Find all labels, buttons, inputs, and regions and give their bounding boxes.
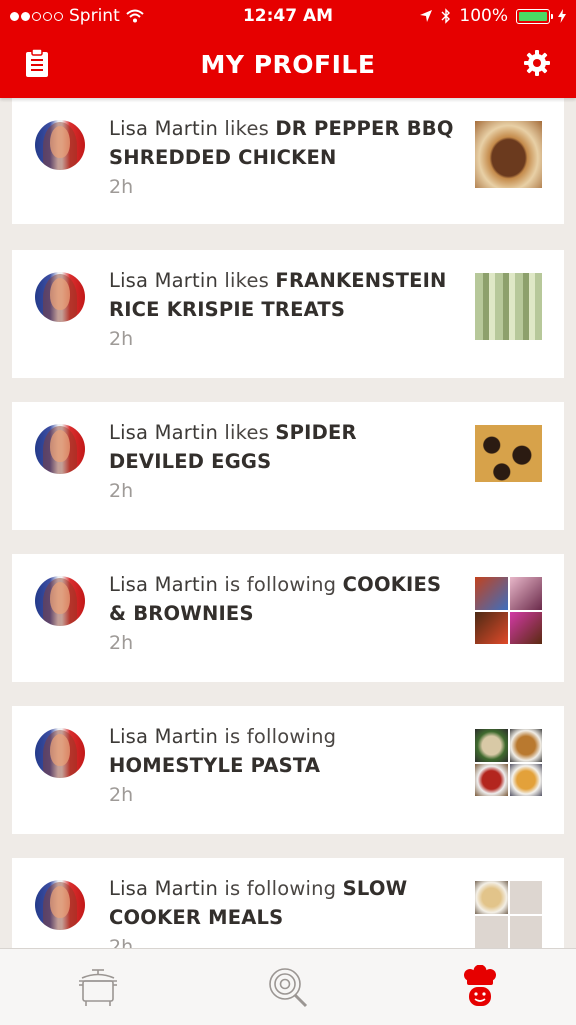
activity-verb: is following	[224, 725, 337, 748]
activity-verb: likes	[224, 421, 270, 444]
avatar[interactable]	[35, 272, 85, 322]
status-right-group: 100%	[419, 6, 566, 26]
activity-verb: likes	[224, 117, 270, 140]
user-name[interactable]: Lisa Martin	[109, 725, 218, 748]
feed-item[interactable]: Lisa Martin likes DR PEPPER BBQ SHREDDED…	[12, 98, 564, 224]
app-header: Sprint 12:47 AM 100% MY PROFILE	[0, 0, 576, 98]
feed-item-text: Lisa Martin likes FRANKENSTEIN RICE KRIS…	[109, 266, 454, 324]
avatar[interactable]	[35, 120, 85, 170]
charging-bolt-icon	[558, 9, 566, 23]
feed-item[interactable]: Lisa Martin is following SLOW COOKER MEA…	[12, 858, 564, 948]
feed-item[interactable]: Lisa Martin is following HOMESTYLE PASTA…	[12, 706, 564, 834]
feed-item[interactable]: Lisa Martin likes SPIDER DEVILED EGGS 2h	[12, 402, 564, 530]
recipe-thumbnail[interactable]	[475, 121, 542, 188]
chef-profile-icon[interactable]	[458, 965, 502, 1009]
feed-item-text: Lisa Martin likes SPIDER DEVILED EGGS	[109, 418, 454, 476]
timestamp: 2h	[109, 328, 134, 350]
recipe-thumbnail[interactable]	[475, 273, 542, 340]
user-name[interactable]: Lisa Martin	[109, 269, 218, 292]
battery-percent: 100%	[459, 6, 508, 26]
feed-item-text: Lisa Martin is following SLOW COOKER MEA…	[109, 874, 454, 932]
avatar[interactable]	[35, 576, 85, 626]
timestamp: 2h	[109, 632, 134, 654]
location-arrow-icon	[420, 10, 433, 22]
activity-target[interactable]: HOMESTYLE PASTA	[109, 754, 320, 777]
gear-icon[interactable]	[522, 48, 552, 78]
timestamp: 2h	[109, 176, 134, 198]
activity-verb: is following	[224, 573, 337, 596]
activity-feed[interactable]: Lisa Martin likes DR PEPPER BBQ SHREDDED…	[0, 98, 576, 948]
tab-bar	[0, 948, 576, 1025]
user-name[interactable]: Lisa Martin	[109, 117, 218, 140]
cooking-pot-icon[interactable]	[76, 965, 120, 1009]
avatar[interactable]	[35, 728, 85, 778]
feed-item-text: Lisa Martin is following HOMESTYLE PASTA	[109, 722, 454, 780]
bluetooth-icon	[441, 8, 451, 24]
feed-item[interactable]: Lisa Martin likes FRANKENSTEIN RICE KRIS…	[12, 250, 564, 378]
activity-verb: likes	[224, 269, 270, 292]
collection-thumbnail-grid[interactable]	[475, 881, 542, 948]
timestamp: 2h	[109, 784, 134, 806]
user-name[interactable]: Lisa Martin	[109, 573, 218, 596]
timestamp: 2h	[109, 480, 134, 502]
user-name[interactable]: Lisa Martin	[109, 421, 218, 444]
feed-item-text: Lisa Martin is following COOKIES & BROWN…	[109, 570, 454, 628]
battery-icon	[516, 8, 553, 24]
status-bar: Sprint 12:47 AM 100%	[0, 0, 576, 32]
activity-verb: is following	[224, 877, 337, 900]
user-name[interactable]: Lisa Martin	[109, 877, 218, 900]
collection-thumbnail-grid[interactable]	[475, 577, 542, 644]
page-title: MY PROFILE	[200, 50, 376, 79]
search-pan-icon[interactable]	[266, 965, 310, 1009]
recipe-thumbnail[interactable]	[475, 425, 542, 492]
avatar[interactable]	[35, 424, 85, 474]
feed-item-text: Lisa Martin likes DR PEPPER BBQ SHREDDED…	[109, 114, 454, 172]
feed-item[interactable]: Lisa Martin is following COOKIES & BROWN…	[12, 554, 564, 682]
collection-thumbnail-grid[interactable]	[475, 729, 542, 796]
timestamp: 2h	[109, 936, 134, 948]
avatar[interactable]	[35, 880, 85, 930]
